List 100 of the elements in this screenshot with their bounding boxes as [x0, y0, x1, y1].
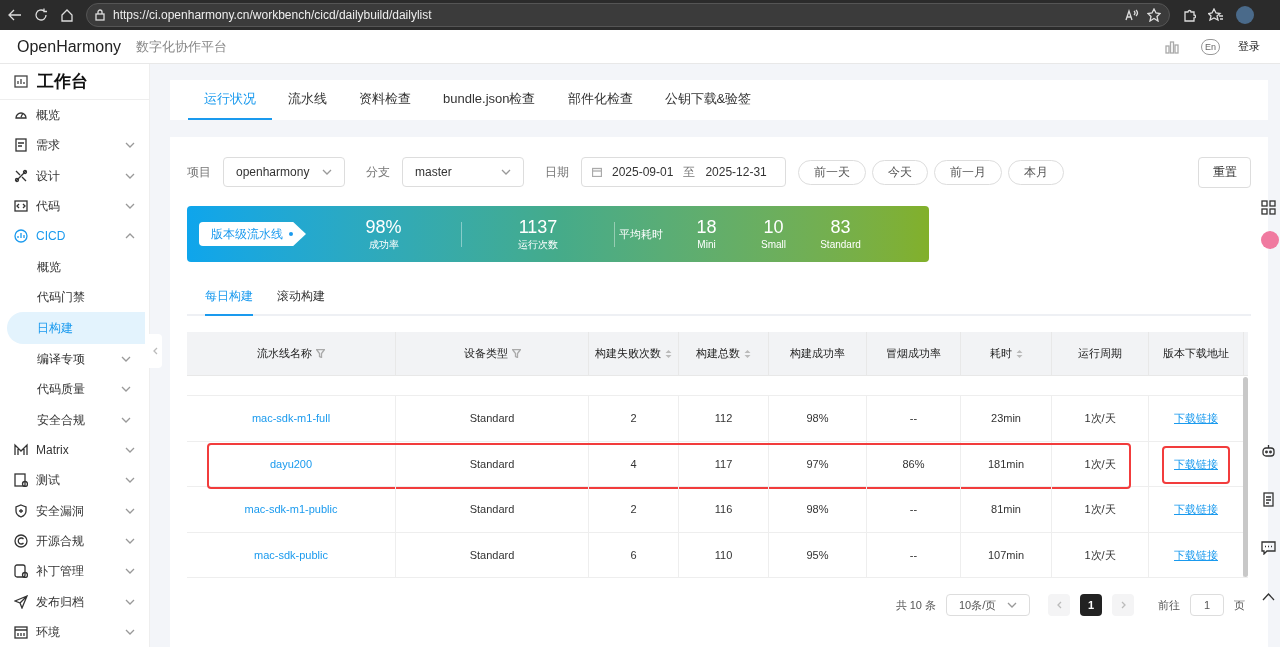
sidebar-item[interactable]: 测试	[0, 465, 149, 496]
reset-button[interactable]: 重置	[1198, 156, 1251, 188]
login-link[interactable]: 登录	[1238, 38, 1260, 55]
goto-label: 前往	[1158, 597, 1180, 613]
table-cell-text: 98%	[806, 411, 829, 426]
calendar-icon	[592, 167, 602, 177]
sidebar-item[interactable]: 安全漏洞	[0, 495, 149, 526]
sort-icon	[665, 348, 672, 359]
stat-value: 1137	[518, 216, 558, 237]
table-cell-text: 95%	[806, 547, 829, 563]
code-icon	[14, 199, 28, 213]
sidebar-subitem[interactable]: 代码门禁	[0, 281, 149, 313]
table-cell-text: Standard	[469, 502, 515, 517]
brand-name[interactable]: OpenHarmony	[17, 34, 122, 59]
column-header: 耗时	[961, 332, 1052, 375]
table-cell-text: --	[909, 411, 918, 426]
column-header: 构建总数	[679, 332, 769, 375]
tab[interactable]: 流水线	[272, 80, 343, 120]
table-cell-text: 6	[630, 547, 637, 563]
bar-chart-icon	[14, 229, 28, 244]
table-cell-text: 98%	[806, 502, 829, 517]
sidebar-title: 工作台	[37, 70, 88, 93]
prev-page-button[interactable]	[1048, 594, 1070, 616]
chevron-right-icon	[1120, 601, 1126, 609]
table-cell-text: 2	[630, 411, 637, 426]
sidebar-subitem[interactable]: 代码质量	[0, 374, 149, 405]
table-cell-text: 23min	[991, 411, 1021, 426]
sidebar-item[interactable]: 开源合规	[0, 525, 149, 557]
sort-icon	[1015, 348, 1023, 359]
extensions-icon	[1182, 8, 1196, 22]
sidebar-item[interactable]: 设计	[0, 160, 149, 191]
robot-icon	[1261, 444, 1276, 459]
table-cell-text: Standard	[469, 456, 515, 472]
table-cell-text: 117	[714, 456, 733, 472]
stat-value: 83	[830, 216, 851, 237]
workbench-icon	[14, 74, 28, 88]
pipeline-level-badge: 版本级流水线	[199, 222, 306, 246]
chevron-down-icon	[322, 169, 332, 175]
stat-value: 10	[763, 216, 784, 237]
table-cell-text: 110	[714, 547, 733, 563]
sidebar-item[interactable]: Matrix	[0, 434, 149, 466]
subtab[interactable]: 滚动构建	[277, 278, 325, 316]
page-button[interactable]: 1	[1080, 594, 1102, 616]
sidebar-item[interactable]: 环境	[0, 616, 149, 647]
document-icon	[1261, 492, 1276, 507]
column-header: 构建成功率	[769, 332, 867, 375]
tab[interactable]: 资料检查	[343, 80, 427, 120]
project-select[interactable]: openharmony	[223, 157, 345, 187]
table-cell-text: 1次/天	[1084, 411, 1116, 426]
filter-label: 项目	[187, 164, 211, 181]
table-cell-text: Standard	[469, 547, 515, 563]
date-range-picker[interactable]: 2025-09-01 至 2025-12-31	[581, 157, 786, 187]
sidebar-item[interactable]: 概览	[0, 99, 149, 131]
branch-select[interactable]: master	[402, 157, 524, 187]
chevron-left-icon	[153, 347, 158, 355]
sidebar-item[interactable]: 需求	[0, 130, 149, 161]
favorites-icon	[1208, 8, 1224, 22]
tab[interactable]: bundle.json检查	[427, 80, 552, 120]
sidebar-item[interactable]: 代码	[0, 190, 149, 222]
sidebar-item[interactable]: 发布归档	[0, 586, 149, 617]
sort-icon	[744, 348, 751, 359]
table-cell-text: 81min	[991, 502, 1021, 517]
table-cell-text: --	[909, 502, 918, 517]
page-suffix: 页	[1234, 597, 1245, 613]
table-cell-text: 4	[630, 456, 637, 472]
scrollbar[interactable]	[1243, 377, 1248, 577]
page-size-select[interactable]: 10条/页	[946, 594, 1030, 616]
copyright-icon	[14, 533, 28, 548]
stat-value: 98%	[365, 216, 402, 237]
url-text: https://ci.openharmony.cn/workbench/cicd/dailybuild/dailylist	[113, 7, 432, 24]
filter-label: 分支	[366, 164, 390, 181]
table-cell-text: 86%	[902, 456, 925, 472]
table-cell-text: 181min	[987, 456, 1025, 472]
shield-icon	[14, 503, 28, 518]
column-header: 运行周期	[1052, 332, 1149, 375]
sidebar-subitem[interactable]: 编译专项	[0, 344, 149, 375]
table-cell-text: 97%	[806, 456, 829, 472]
tab[interactable]: 部件化检查	[551, 80, 649, 120]
profile-avatar[interactable]	[1236, 6, 1254, 24]
filter-icon	[316, 349, 325, 358]
table-cell-text: 112	[714, 411, 733, 426]
table-cell-text: 1次/天	[1084, 456, 1116, 472]
back-icon	[8, 9, 22, 21]
column-header: 版本下载地址	[1149, 332, 1244, 375]
column-header: 设备类型	[396, 332, 589, 375]
next-page-button[interactable]	[1112, 594, 1134, 616]
favorite-icon	[1147, 8, 1161, 22]
table-cell-text: 2	[630, 502, 637, 517]
tab[interactable]: 公钥下载&验签	[648, 80, 768, 120]
sidebar-subitem[interactable]: 安全合规	[0, 404, 149, 435]
grid-icon	[1261, 200, 1276, 215]
home-icon	[60, 8, 74, 22]
table-cell-text: --	[909, 547, 918, 563]
stat-label: Standard	[820, 237, 861, 252]
goto-page-field[interactable]: 1	[1190, 594, 1224, 616]
sidebar-item[interactable]: 补丁管理	[0, 556, 149, 587]
sidebar-subitem[interactable]: 概览	[0, 251, 149, 282]
chevron-down-icon	[501, 169, 511, 175]
address-bar[interactable]: https://ci.openharmony.cn/workbench/cicd/dailybuild/dailylist	[86, 3, 1170, 27]
collapse-handle[interactable]	[149, 334, 162, 368]
